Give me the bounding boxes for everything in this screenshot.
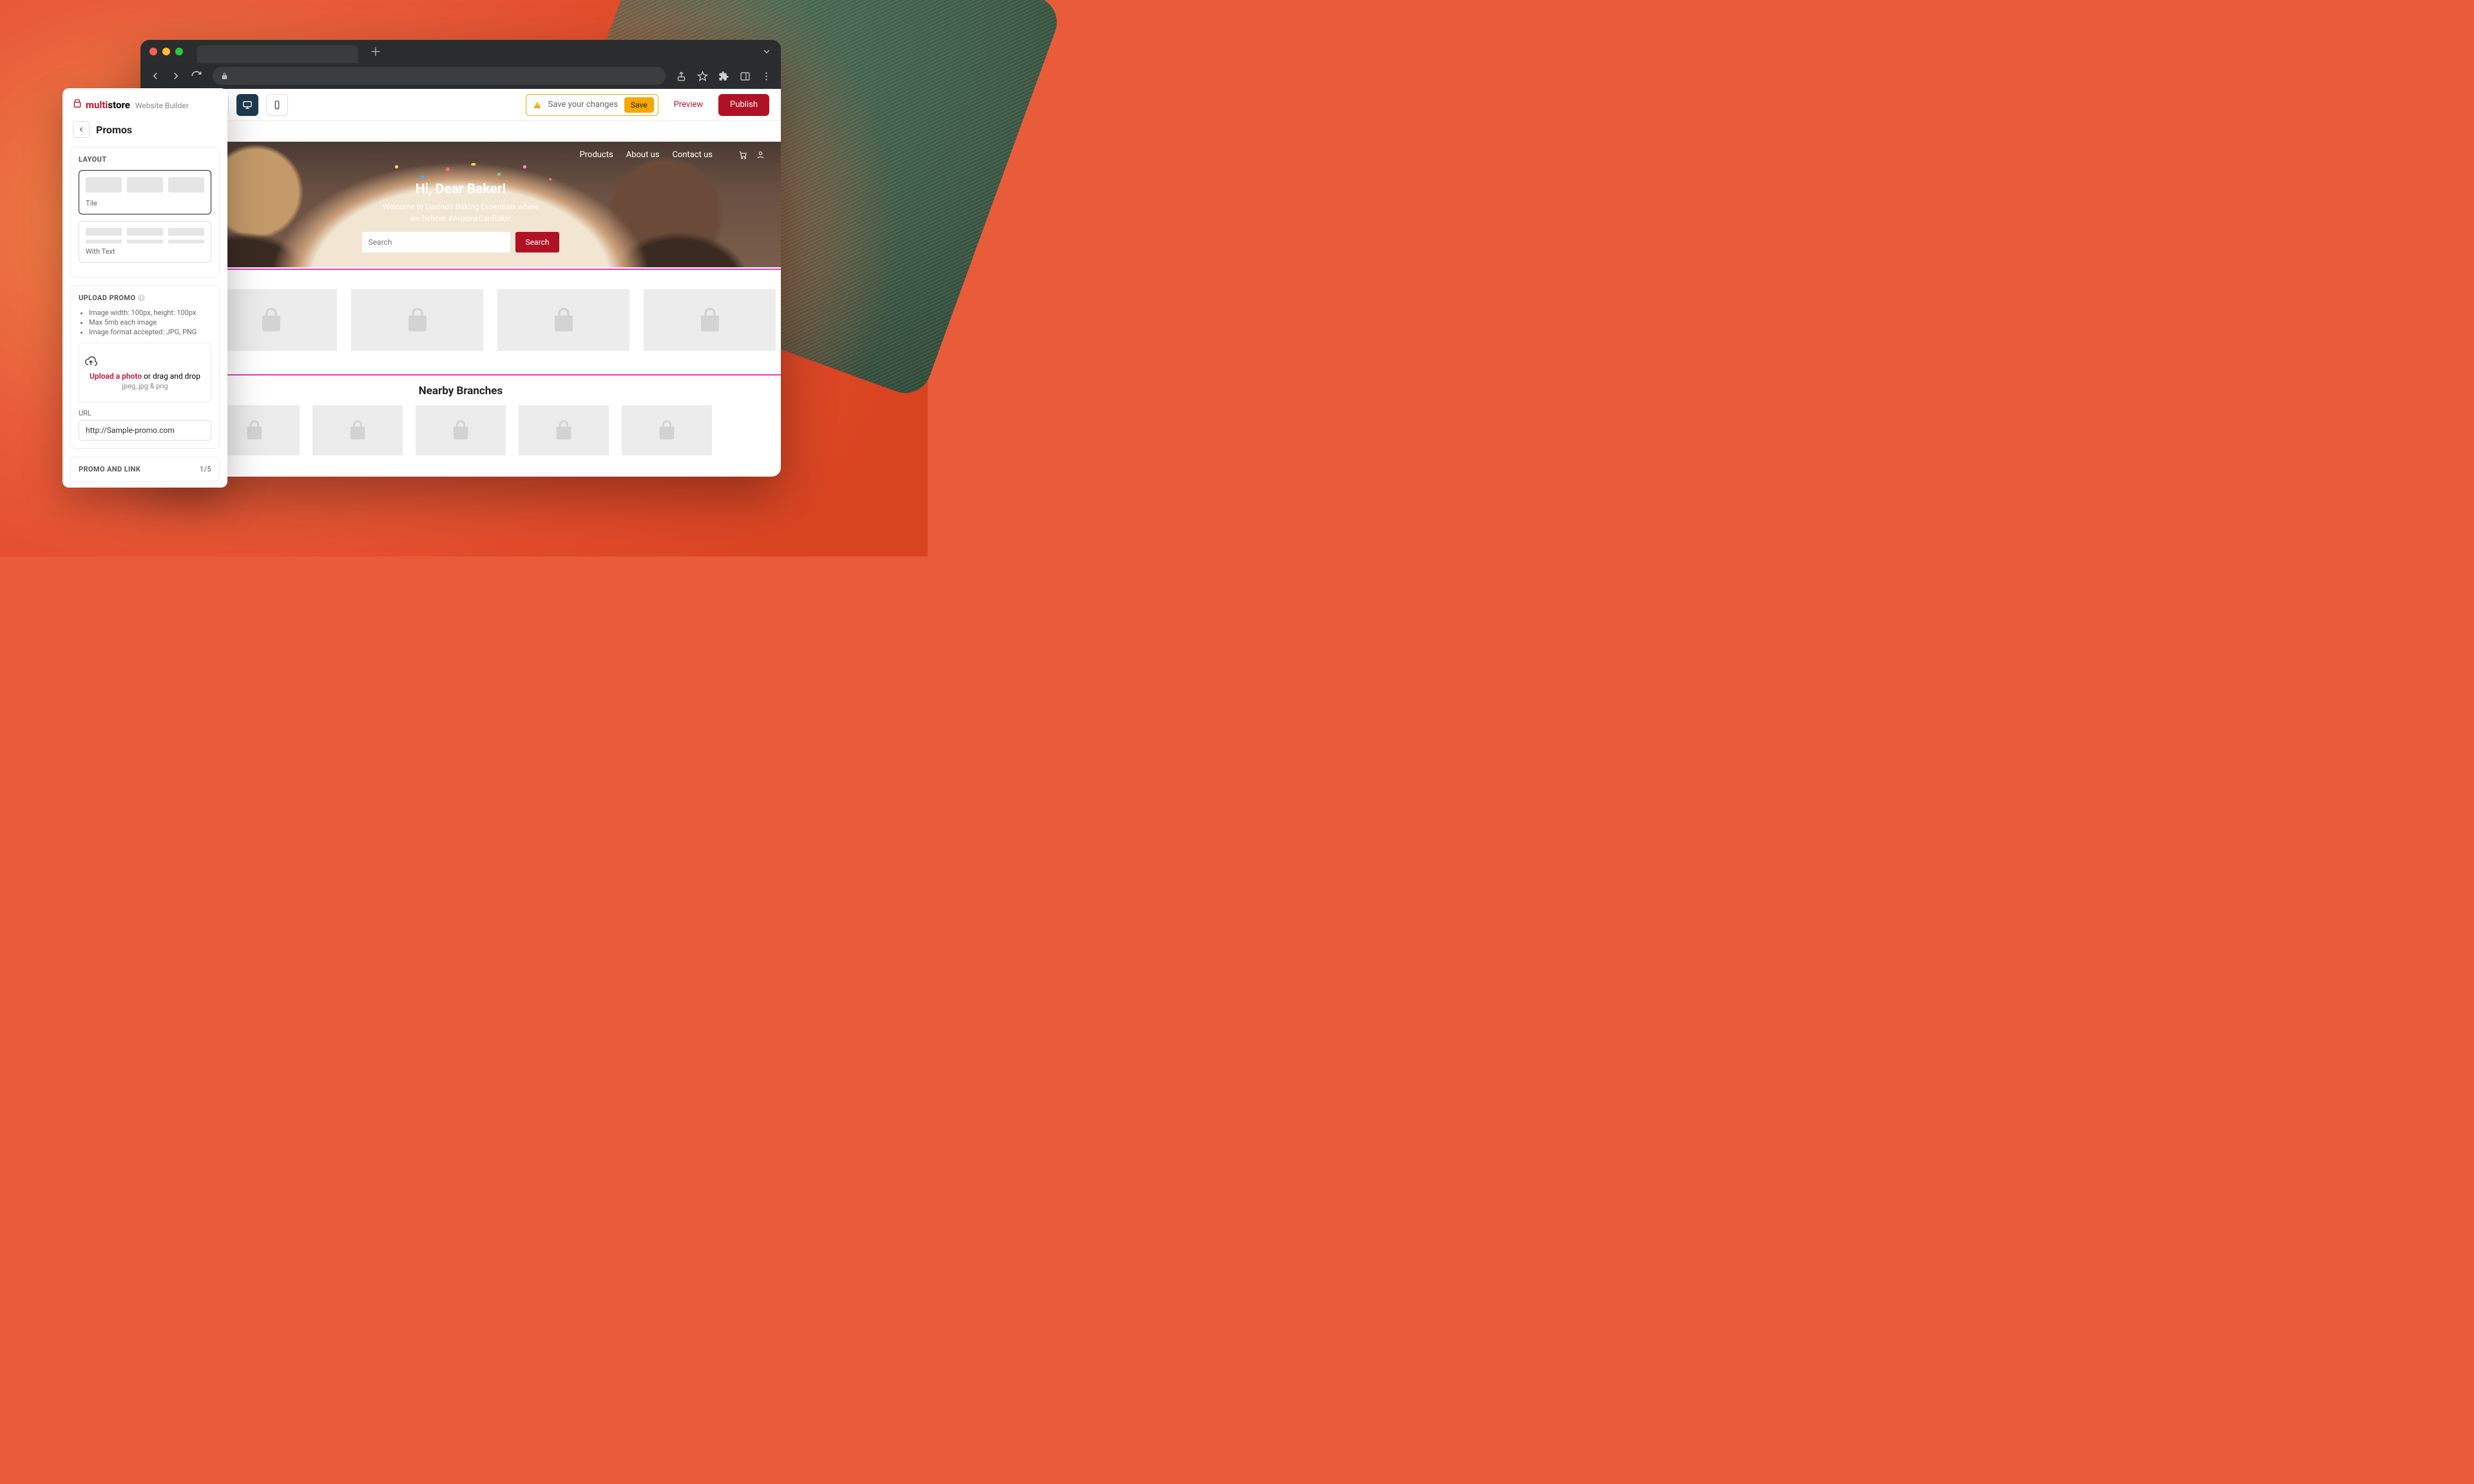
header-section[interactable]: Header <box>140 121 781 142</box>
browser-tab[interactable] <box>197 45 358 63</box>
site-nav: GAVINO'S Products About us Contact us <box>140 147 781 162</box>
kebab-menu-icon[interactable] <box>761 71 772 82</box>
page-viewport: Homepage ▾ Save your changes Save Previe… <box>140 89 781 477</box>
builder-canvas: Header GAVINO'S Products About us Contac… <box>140 121 781 455</box>
upload-card: UPLOAD PROMO i Image width: 100px, heigh… <box>70 285 220 449</box>
panel-title: Promos <box>96 124 132 136</box>
dropzone-line1: Upload a photo or drag and drop <box>84 372 206 381</box>
bookmark-star-icon[interactable] <box>697 71 708 82</box>
upload-dropzone[interactable]: Upload a photo or drag and drop jpeg, jp… <box>79 343 211 403</box>
hero-subtitle: Welcome to Gavino's Baking Essentials wh… <box>140 201 781 224</box>
promo-link-card: PROMO AND LINK 1/5 <box>70 457 220 482</box>
layout-option-withtext[interactable]: With Text <box>79 221 211 263</box>
save-changes-banner: Save your changes Save <box>526 94 658 116</box>
hero-search: Search <box>362 232 560 252</box>
url-input[interactable] <box>79 420 211 441</box>
browser-tabbar: ＋ <box>140 40 781 63</box>
nav-reload-icon[interactable] <box>191 70 202 82</box>
upload-hint: Image format accepted: JPG, PNG <box>89 328 211 336</box>
publish-button[interactable]: Publish <box>718 94 769 116</box>
branches-title: Nearby Branches <box>151 385 771 397</box>
sidepanel-icon[interactable] <box>740 71 751 82</box>
upload-heading: UPLOAD PROMO i <box>79 294 211 302</box>
panel-brand: multistore Website Builder <box>62 88 227 116</box>
layout-option-tile-label: Tile <box>86 199 204 207</box>
branch-placeholder[interactable] <box>416 405 506 455</box>
nav-forward-icon[interactable] <box>170 70 182 82</box>
cloud-upload-icon <box>84 355 97 368</box>
bag-icon <box>73 99 82 111</box>
minimize-window-icon[interactable] <box>162 48 170 55</box>
upload-hint: Image width: 100px, height: 100px <box>89 309 211 317</box>
nav-link-contact[interactable]: Contact us <box>672 150 713 160</box>
device-desktop-button[interactable] <box>236 94 258 116</box>
lock-icon <box>220 72 229 81</box>
panel-scroll[interactable]: LAYOUT Tile With Text UPLOAD PROMO i Ima… <box>62 147 227 488</box>
search-button[interactable]: Search <box>515 232 560 252</box>
promo-placeholder[interactable] <box>644 289 776 351</box>
promo-link-count: 1/5 <box>200 465 211 473</box>
warning-icon <box>533 100 542 109</box>
upload-hint: Max 5mb each image <box>89 318 211 327</box>
layout-option-withtext-label: With Text <box>86 247 204 256</box>
back-button[interactable] <box>73 121 90 138</box>
brand-tagline: Website Builder <box>135 101 189 110</box>
info-icon[interactable]: i <box>138 294 145 301</box>
browser-toolbar <box>140 63 781 89</box>
user-icon[interactable] <box>756 150 765 160</box>
layout-heading: LAYOUT <box>79 155 211 164</box>
hero-content: Hi, Dear Baker! Welcome to Gavino's Baki… <box>140 182 781 252</box>
nav-link-products[interactable]: Products <box>580 150 613 160</box>
browser-window: ＋ Homepage ▾ <box>140 40 781 477</box>
save-button[interactable]: Save <box>624 97 654 113</box>
promo-link-heading: PROMO AND LINK <box>79 465 140 473</box>
brand-logo: multistore <box>73 99 130 111</box>
search-input[interactable] <box>362 232 510 252</box>
nav-link-about[interactable]: About us <box>626 150 660 160</box>
branch-placeholder[interactable] <box>622 405 712 455</box>
preview-link[interactable]: Preview <box>674 100 703 109</box>
builder-toolbar: Homepage ▾ Save your changes Save Previe… <box>140 89 781 121</box>
promo-placeholder[interactable] <box>497 289 629 351</box>
branches-section[interactable]: Nearby Branches <box>140 376 781 455</box>
promo-placeholder[interactable] <box>351 289 483 351</box>
tab-list-chevron-icon[interactable] <box>762 46 772 57</box>
promos-section[interactable]: Promos <box>140 269 781 376</box>
maximize-window-icon[interactable] <box>175 48 183 55</box>
upload-hints: Image width: 100px, height: 100px Max 5m… <box>79 309 211 336</box>
hero-title: Hi, Dear Baker! <box>140 182 781 197</box>
layout-card: LAYOUT Tile With Text <box>70 147 220 278</box>
save-banner-text: Save your changes <box>548 100 618 109</box>
branch-placeholder[interactable] <box>519 405 609 455</box>
url-label: URL <box>79 409 211 417</box>
extensions-icon[interactable] <box>718 71 729 82</box>
share-icon[interactable] <box>676 71 687 82</box>
banner-section[interactable]: GAVINO'S Products About us Contact us Hi… <box>140 142 781 267</box>
nav-back-icon[interactable] <box>149 70 161 82</box>
dropzone-formats: jpeg, jpg & png <box>84 382 206 390</box>
cart-icon[interactable] <box>738 150 748 160</box>
settings-panel: multistore Website Builder Promos LAYOUT… <box>62 88 227 488</box>
window-controls <box>149 48 183 55</box>
device-mobile-button[interactable] <box>266 94 288 116</box>
layout-option-tile[interactable]: Tile <box>79 170 211 214</box>
new-tab-button[interactable]: ＋ <box>370 43 381 60</box>
branch-placeholder[interactable] <box>312 405 403 455</box>
close-window-icon[interactable] <box>149 48 157 55</box>
address-bar[interactable] <box>213 67 666 85</box>
